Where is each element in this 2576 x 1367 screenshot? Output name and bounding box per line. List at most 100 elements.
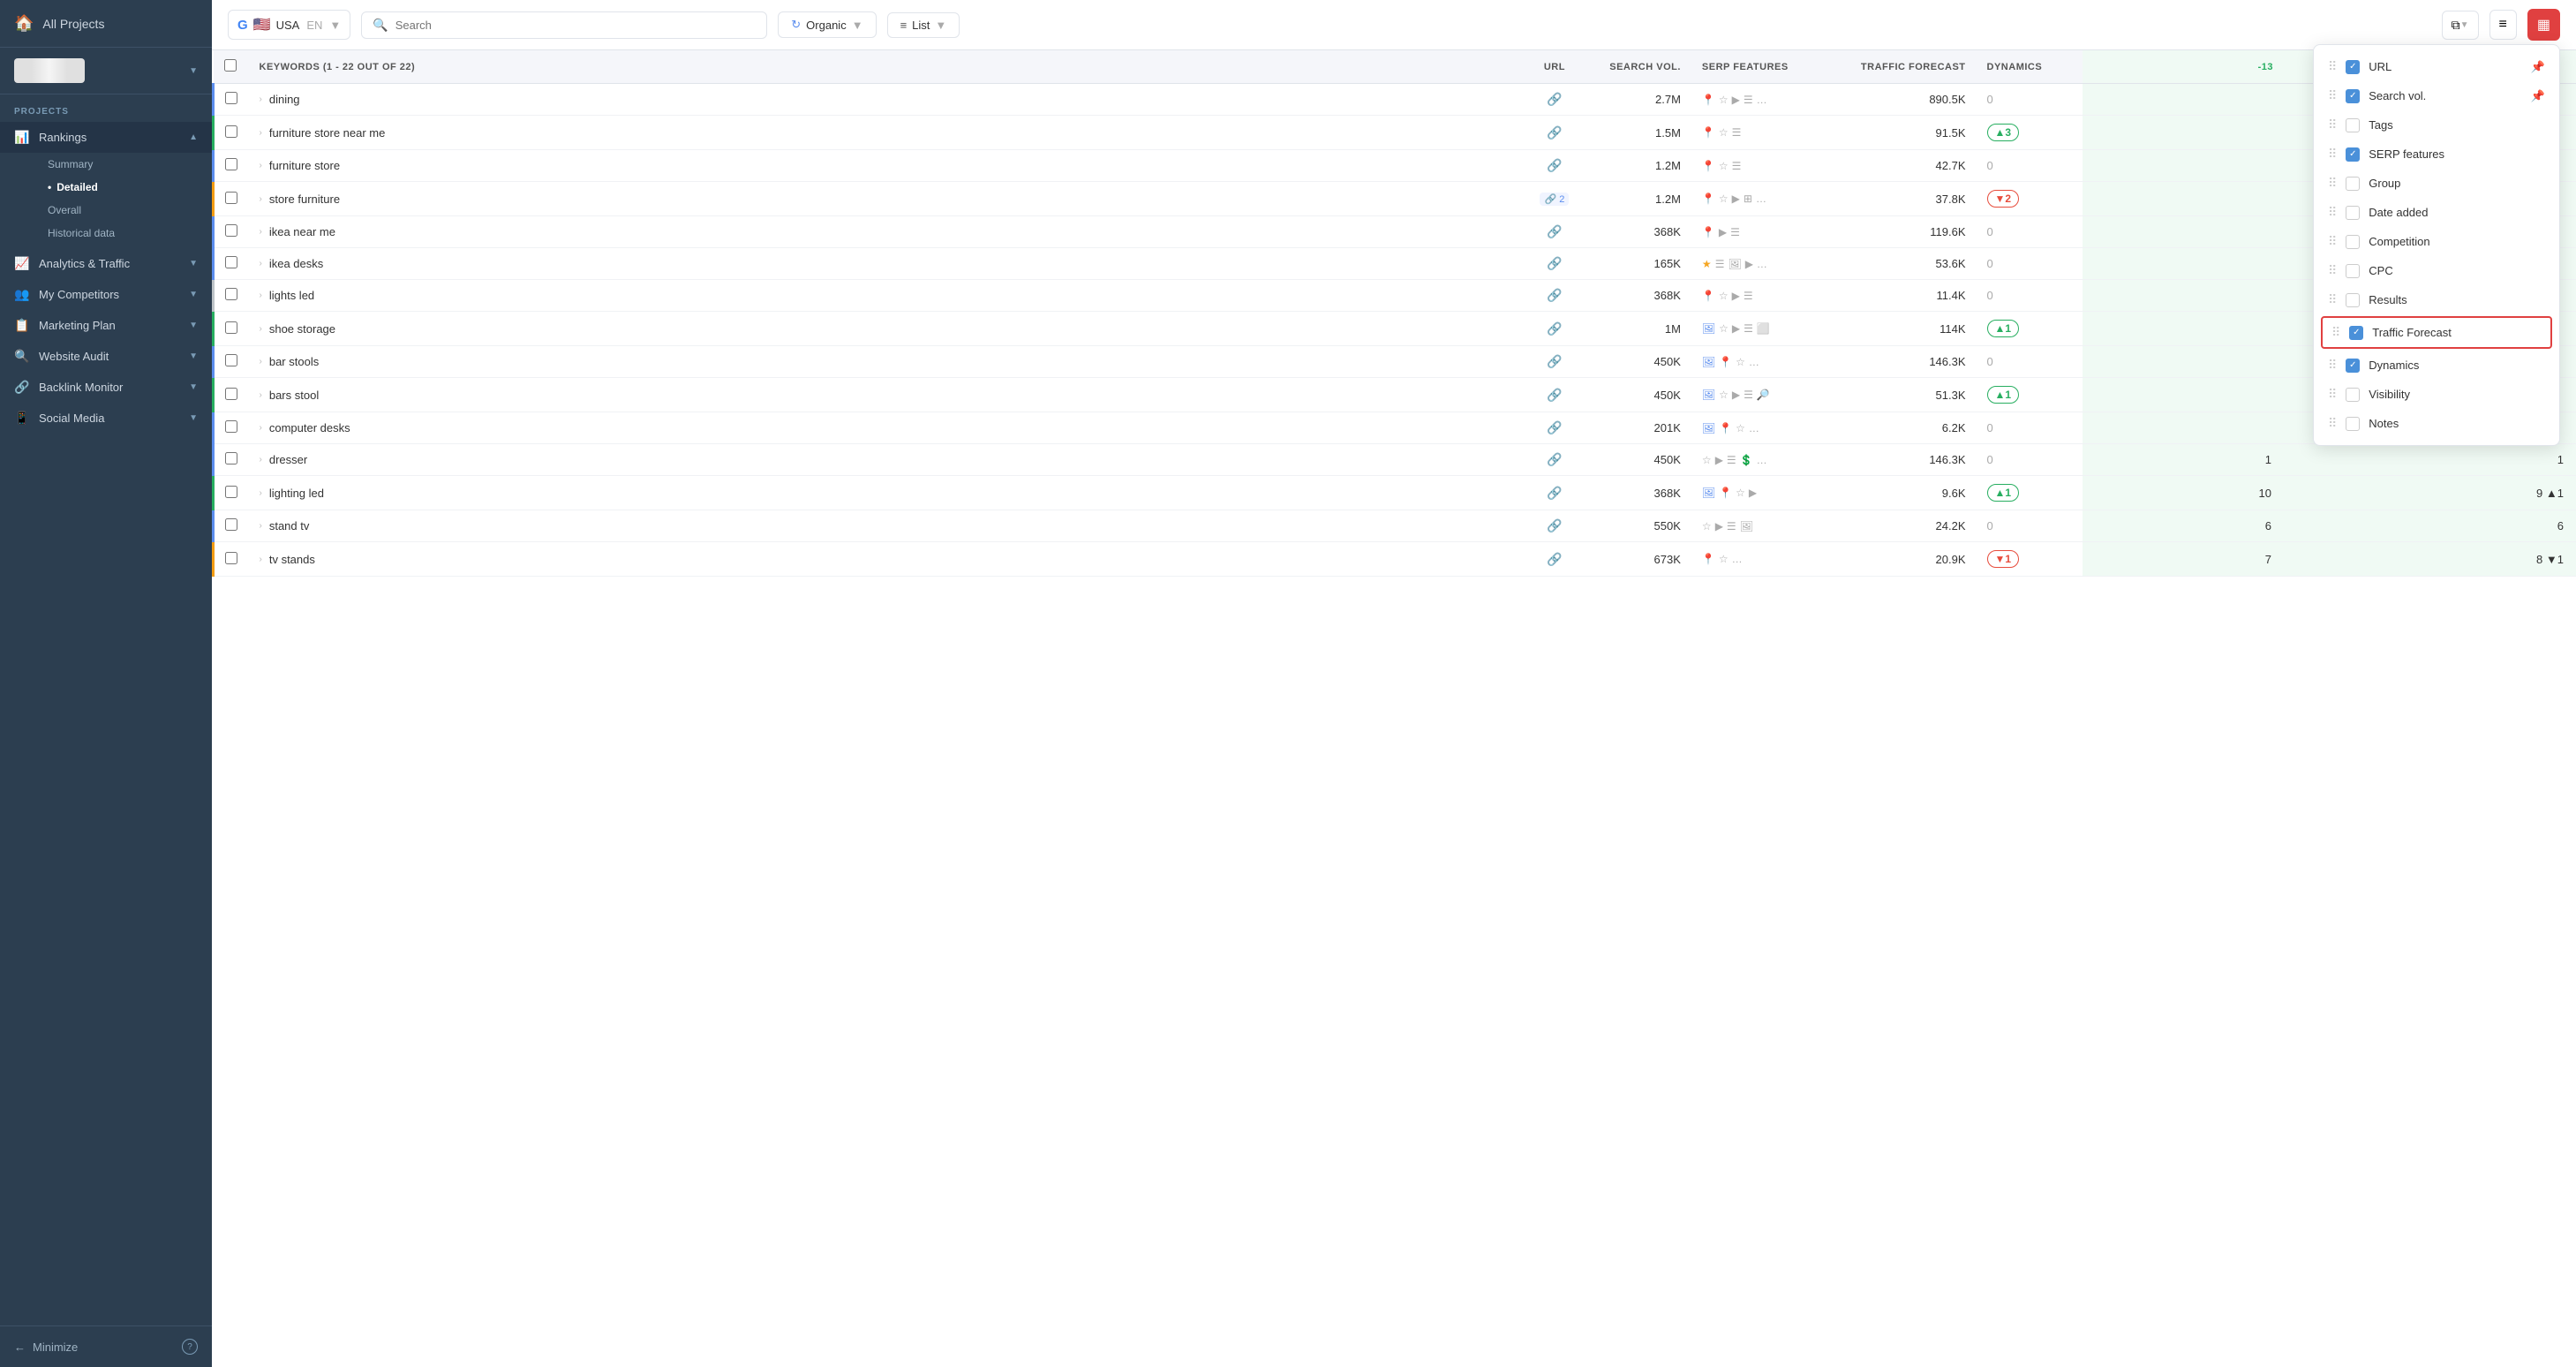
row-checkbox-cell[interactable] [214, 150, 249, 182]
link-icon[interactable]: 🔗 [1547, 452, 1562, 466]
link-icon[interactable]: 🔗 [1547, 256, 1562, 270]
filter-button[interactable]: ≡ [2489, 10, 2517, 40]
row-checkbox[interactable] [225, 224, 237, 237]
expand-arrow-icon[interactable]: › [260, 291, 262, 300]
row-checkbox-cell[interactable] [214, 444, 249, 476]
link-icon[interactable]: 🔗 [1547, 125, 1562, 140]
row-checkbox-cell[interactable] [214, 346, 249, 378]
copy-button[interactable]: ⧉ ▼ [2442, 11, 2479, 40]
link-icon[interactable]: 🔗 [1547, 552, 1562, 566]
url-cell[interactable]: 🔗 [1515, 346, 1594, 378]
row-checkbox[interactable] [225, 125, 237, 138]
dropdown-checkbox[interactable] [2346, 118, 2360, 132]
minimize-button[interactable]: ← Minimize ? [0, 1325, 212, 1367]
row-checkbox-cell[interactable] [214, 84, 249, 116]
dropdown-item-competition[interactable]: ⠿ Competition [2314, 227, 2559, 256]
sidebar-item-marketing[interactable]: 📋 Marketing Plan ▼ [0, 310, 212, 341]
url-cell[interactable]: 🔗 [1515, 378, 1594, 412]
help-icon[interactable]: ? [182, 1339, 198, 1355]
link-icon[interactable]: 🔗 [1547, 388, 1562, 402]
url-cell[interactable]: 🔗 [1515, 116, 1594, 150]
url-cell[interactable]: 🔗 [1515, 476, 1594, 510]
expand-arrow-icon[interactable]: › [260, 259, 262, 268]
select-all-checkbox[interactable] [224, 59, 237, 72]
row-checkbox[interactable] [225, 92, 237, 104]
dropdown-checkbox[interactable] [2346, 60, 2360, 74]
url-cell[interactable]: 🔗 2 [1515, 182, 1594, 216]
expand-arrow-icon[interactable]: › [260, 128, 262, 138]
row-checkbox[interactable] [225, 288, 237, 300]
row-checkbox[interactable] [225, 388, 237, 400]
country-selector[interactable]: G 🇺🇸 USA EN ▼ [228, 10, 350, 40]
sidebar-item-analytics[interactable]: 📈 Analytics & Traffic ▼ [0, 248, 212, 279]
row-checkbox-cell[interactable] [214, 248, 249, 280]
sidebar-item-historical[interactable]: Historical data [39, 222, 212, 245]
th-select-all[interactable] [214, 50, 249, 84]
sidebar-item-audit[interactable]: 🔍 Website Audit ▼ [0, 341, 212, 372]
dropdown-item-dynamics[interactable]: ⠿ Dynamics [2314, 351, 2559, 380]
row-checkbox[interactable] [225, 518, 237, 531]
row-checkbox[interactable] [225, 158, 237, 170]
organic-selector[interactable]: ↻ Organic ▼ [778, 11, 876, 38]
link-icon[interactable]: 🔗 [1547, 158, 1562, 172]
url-cell[interactable]: 🔗 [1515, 312, 1594, 346]
expand-arrow-icon[interactable]: › [260, 423, 262, 433]
dropdown-item-url[interactable]: ⠿ URL 📌 [2314, 52, 2559, 81]
expand-arrow-icon[interactable]: › [260, 390, 262, 400]
row-checkbox[interactable] [225, 192, 237, 204]
sidebar-account[interactable]: ▼ [0, 48, 212, 94]
url-cell[interactable]: 🔗 [1515, 216, 1594, 248]
dropdown-item-searchvol[interactable]: ⠿ Search vol. 📌 [2314, 81, 2559, 110]
url-cell[interactable]: 🔗 [1515, 444, 1594, 476]
dropdown-item-serp[interactable]: ⠿ SERP features [2314, 140, 2559, 169]
dropdown-item-group[interactable]: ⠿ Group [2314, 169, 2559, 198]
row-checkbox[interactable] [225, 552, 237, 564]
expand-arrow-icon[interactable]: › [260, 227, 262, 237]
url-cell[interactable]: 🔗 [1515, 280, 1594, 312]
column-selector-button[interactable]: ▦ [2527, 9, 2560, 41]
dropdown-checkbox[interactable] [2346, 235, 2360, 249]
dropdown-checkbox[interactable] [2346, 89, 2360, 103]
link-icon[interactable]: 🔗 [1547, 420, 1562, 434]
row-checkbox-cell[interactable] [214, 280, 249, 312]
dropdown-checkbox[interactable] [2346, 147, 2360, 162]
expand-arrow-icon[interactable]: › [260, 357, 262, 366]
url-cell[interactable]: 🔗 [1515, 412, 1594, 444]
list-selector[interactable]: ≡ List ▼ [887, 12, 960, 38]
url-cell[interactable]: 🔗 [1515, 248, 1594, 280]
sidebar-header[interactable]: 🏠 All Projects [0, 0, 212, 48]
sidebar-item-summary[interactable]: Summary [39, 153, 212, 176]
dropdown-checkbox[interactable] [2346, 177, 2360, 191]
expand-arrow-icon[interactable]: › [260, 555, 262, 564]
dropdown-checkbox[interactable] [2346, 264, 2360, 278]
sidebar-item-detailed[interactable]: Detailed [39, 176, 212, 199]
sidebar-item-rankings[interactable]: 📊 Rankings ▲ [0, 122, 212, 153]
url-cell[interactable]: 🔗 [1515, 150, 1594, 182]
sidebar-item-social[interactable]: 📱 Social Media ▼ [0, 403, 212, 434]
dropdown-checkbox[interactable] [2346, 388, 2360, 402]
row-checkbox[interactable] [225, 486, 237, 498]
sidebar-item-competitors[interactable]: 👥 My Competitors ▼ [0, 279, 212, 310]
url-cell[interactable]: 🔗 [1515, 542, 1594, 577]
dropdown-item-trafficforecast[interactable]: ⠿ Traffic Forecast [2321, 316, 2552, 349]
dropdown-item-notes[interactable]: ⠿ Notes [2314, 409, 2559, 438]
link-icon[interactable]: 🔗 [1547, 288, 1562, 302]
dropdown-checkbox[interactable] [2346, 206, 2360, 220]
dropdown-checkbox[interactable] [2346, 417, 2360, 431]
sidebar-item-backlink[interactable]: 🔗 Backlink Monitor ▼ [0, 372, 212, 403]
link-icon[interactable]: 🔗 [1547, 321, 1562, 336]
dropdown-item-results[interactable]: ⠿ Results [2314, 285, 2559, 314]
link-icon[interactable]: 🔗 [1547, 92, 1562, 106]
search-input[interactable] [395, 19, 757, 32]
dropdown-item-dateadded[interactable]: ⠿ Date added [2314, 198, 2559, 227]
dropdown-checkbox[interactable] [2346, 293, 2360, 307]
row-checkbox[interactable] [225, 420, 237, 433]
dropdown-checkbox[interactable] [2349, 326, 2363, 340]
row-checkbox-cell[interactable] [214, 312, 249, 346]
row-checkbox[interactable] [225, 256, 237, 268]
expand-arrow-icon[interactable]: › [260, 94, 262, 104]
link-icon[interactable]: 🔗 [1547, 224, 1562, 238]
dropdown-checkbox[interactable] [2346, 359, 2360, 373]
row-checkbox-cell[interactable] [214, 412, 249, 444]
search-bar[interactable]: 🔍 [361, 11, 767, 39]
